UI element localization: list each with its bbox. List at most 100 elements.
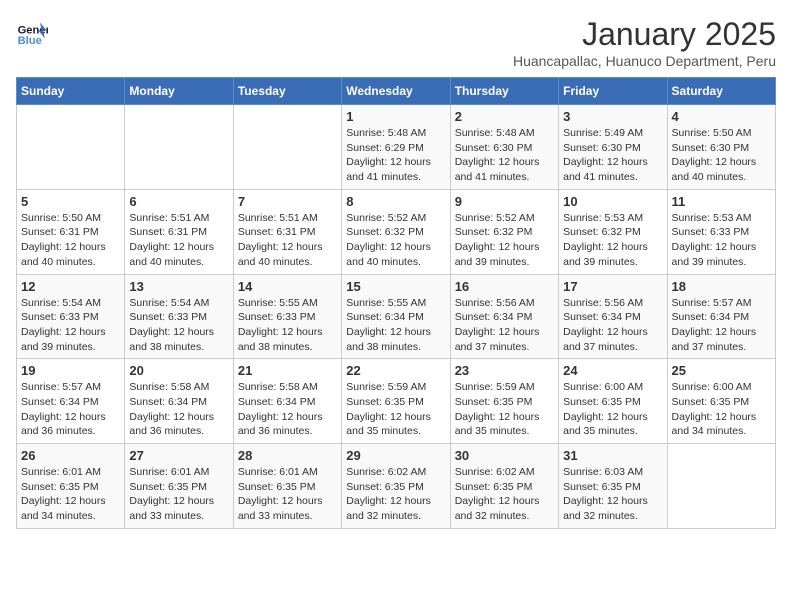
calendar-cell: 3 Sunrise: 5:49 AM Sunset: 6:30 PM Daylig… (559, 105, 667, 190)
calendar-week-2: 5 Sunrise: 5:50 AM Sunset: 6:31 PM Daylig… (17, 189, 776, 274)
calendar-week-3: 12 Sunrise: 5:54 AM Sunset: 6:33 PM Dayli… (17, 274, 776, 359)
calendar-cell: 28 Sunrise: 6:01 AM Sunset: 6:35 PM Dayli… (233, 444, 341, 529)
calendar-table: SundayMondayTuesdayWednesdayThursdayFrid… (16, 77, 776, 529)
calendar-cell: 10Sunrise: 5:53 AM Sunset: 6:32 PM Dayli… (559, 189, 667, 274)
calendar-cell: 15Sunrise: 5:55 AM Sunset: 6:34 PM Dayli… (342, 274, 450, 359)
month-title: January 2025 (513, 16, 776, 53)
calendar-cell: 25 Sunrise: 6:00 AM Sunset: 6:35 PM Dayli… (667, 359, 775, 444)
day-info: Sunrise: 5:57 AM Sunset: 6:34 PM Dayligh… (21, 380, 120, 439)
day-header-friday: Friday (559, 78, 667, 105)
calendar-cell: 30 Sunrise: 6:02 AM Sunset: 6:35 PM Dayli… (450, 444, 558, 529)
day-info: Sunrise: 6:01 AM Sunset: 6:35 PM Dayligh… (238, 465, 337, 524)
calendar-cell (667, 444, 775, 529)
day-header-thursday: Thursday (450, 78, 558, 105)
day-info: Sunrise: 5:58 AM Sunset: 6:34 PM Dayligh… (238, 380, 337, 439)
day-number: 8 (346, 194, 445, 209)
calendar-cell: 26Sunrise: 6:01 AM Sunset: 6:35 PM Dayli… (17, 444, 125, 529)
day-number: 15 (346, 279, 445, 294)
day-info: Sunrise: 5:52 AM Sunset: 6:32 PM Dayligh… (455, 211, 554, 270)
logo: General Blue (16, 16, 48, 48)
day-number: 11 (672, 194, 771, 209)
day-number: 29 (346, 448, 445, 463)
calendar-week-1: 1 Sunrise: 5:48 AM Sunset: 6:29 PM Daylig… (17, 105, 776, 190)
day-info: Sunrise: 5:58 AM Sunset: 6:34 PM Dayligh… (129, 380, 228, 439)
calendar-cell (17, 105, 125, 190)
day-header-sunday: Sunday (17, 78, 125, 105)
svg-text:Blue: Blue (18, 35, 42, 47)
day-info: Sunrise: 6:00 AM Sunset: 6:35 PM Dayligh… (563, 380, 662, 439)
calendar-header-row: SundayMondayTuesdayWednesdayThursdayFrid… (17, 78, 776, 105)
calendar-week-4: 19 Sunrise: 5:57 AM Sunset: 6:34 PM Dayli… (17, 359, 776, 444)
day-number: 3 (563, 109, 662, 124)
day-info: Sunrise: 5:50 AM Sunset: 6:30 PM Dayligh… (672, 126, 771, 185)
calendar-cell: 24 Sunrise: 6:00 AM Sunset: 6:35 PM Dayli… (559, 359, 667, 444)
calendar-cell: 9 Sunrise: 5:52 AM Sunset: 6:32 PM Daylig… (450, 189, 558, 274)
day-number: 5 (21, 194, 120, 209)
calendar-cell: 2Sunrise: 5:48 AM Sunset: 6:30 PM Daylig… (450, 105, 558, 190)
day-number: 19 (21, 363, 120, 378)
day-number: 22 (346, 363, 445, 378)
day-info: Sunrise: 6:01 AM Sunset: 6:35 PM Dayligh… (129, 465, 228, 524)
day-number: 14 (238, 279, 337, 294)
calendar-cell: 4Sunrise: 5:50 AM Sunset: 6:30 PM Daylig… (667, 105, 775, 190)
day-number: 9 (455, 194, 554, 209)
day-number: 6 (129, 194, 228, 209)
day-number: 12 (21, 279, 120, 294)
calendar-cell: 23 Sunrise: 5:59 AM Sunset: 6:35 PM Dayli… (450, 359, 558, 444)
calendar-cell: 29 Sunrise: 6:02 AM Sunset: 6:35 PM Dayli… (342, 444, 450, 529)
calendar-cell: 6 Sunrise: 5:51 AM Sunset: 6:31 PM Daylig… (125, 189, 233, 274)
day-info: Sunrise: 5:56 AM Sunset: 6:34 PM Dayligh… (455, 296, 554, 355)
day-number: 1 (346, 109, 445, 124)
day-info: Sunrise: 6:00 AM Sunset: 6:35 PM Dayligh… (672, 380, 771, 439)
calendar-cell: 20 Sunrise: 5:58 AM Sunset: 6:34 PM Dayli… (125, 359, 233, 444)
day-info: Sunrise: 6:02 AM Sunset: 6:35 PM Dayligh… (455, 465, 554, 524)
calendar-cell: 31Sunrise: 6:03 AM Sunset: 6:35 PM Dayli… (559, 444, 667, 529)
day-number: 23 (455, 363, 554, 378)
day-number: 28 (238, 448, 337, 463)
calendar-week-5: 26 Sunrise: 6:01 AM Sunset: 6:35 PM Dayli… (17, 444, 776, 529)
logo-icon: General Blue (16, 16, 48, 48)
day-header-wednesday: Wednesday (342, 78, 450, 105)
day-info: Sunrise: 6:02 AM Sunset: 6:35 PM Dayligh… (346, 465, 445, 524)
calendar-cell: 11 Sunrise: 5:53 AM Sunset: 6:33 PM Dayli… (667, 189, 775, 274)
day-number: 17 (563, 279, 662, 294)
day-number: 26 (21, 448, 120, 463)
calendar-cell: 22Sunrise: 5:59 AM Sunset: 6:35 PM Dayli… (342, 359, 450, 444)
day-info: Sunrise: 5:59 AM Sunset: 6:35 PM Dayligh… (455, 380, 554, 439)
day-number: 13 (129, 279, 228, 294)
calendar-cell: 19 Sunrise: 5:57 AM Sunset: 6:34 PM Dayli… (17, 359, 125, 444)
day-info: Sunrise: 5:50 AM Sunset: 6:31 PM Dayligh… (21, 211, 120, 270)
calendar-cell (125, 105, 233, 190)
day-info: Sunrise: 5:56 AM Sunset: 6:34 PM Dayligh… (563, 296, 662, 355)
day-header-tuesday: Tuesday (233, 78, 341, 105)
title-area: January 2025 Huancapallac, Huanuco Depar… (513, 16, 776, 69)
day-info: Sunrise: 5:48 AM Sunset: 6:29 PM Dayligh… (346, 126, 445, 185)
day-info: Sunrise: 5:54 AM Sunset: 6:33 PM Dayligh… (21, 296, 120, 355)
calendar-cell: 21Sunrise: 5:58 AM Sunset: 6:34 PM Dayli… (233, 359, 341, 444)
calendar-cell: 14 Sunrise: 5:55 AM Sunset: 6:33 PM Dayli… (233, 274, 341, 359)
day-header-monday: Monday (125, 78, 233, 105)
day-number: 27 (129, 448, 228, 463)
day-info: Sunrise: 6:03 AM Sunset: 6:35 PM Dayligh… (563, 465, 662, 524)
day-number: 24 (563, 363, 662, 378)
day-info: Sunrise: 5:53 AM Sunset: 6:33 PM Dayligh… (672, 211, 771, 270)
calendar-cell: 12 Sunrise: 5:54 AM Sunset: 6:33 PM Dayli… (17, 274, 125, 359)
day-info: Sunrise: 5:53 AM Sunset: 6:32 PM Dayligh… (563, 211, 662, 270)
day-number: 20 (129, 363, 228, 378)
day-info: Sunrise: 5:57 AM Sunset: 6:34 PM Dayligh… (672, 296, 771, 355)
day-info: Sunrise: 5:51 AM Sunset: 6:31 PM Dayligh… (129, 211, 228, 270)
day-number: 30 (455, 448, 554, 463)
page-header: General Blue January 2025 Huancapallac, … (16, 16, 776, 69)
calendar-cell: 8Sunrise: 5:52 AM Sunset: 6:32 PM Daylig… (342, 189, 450, 274)
day-number: 18 (672, 279, 771, 294)
day-number: 2 (455, 109, 554, 124)
day-info: Sunrise: 5:54 AM Sunset: 6:33 PM Dayligh… (129, 296, 228, 355)
calendar-cell: 1 Sunrise: 5:48 AM Sunset: 6:29 PM Daylig… (342, 105, 450, 190)
day-number: 7 (238, 194, 337, 209)
day-info: Sunrise: 5:49 AM Sunset: 6:30 PM Dayligh… (563, 126, 662, 185)
day-number: 25 (672, 363, 771, 378)
calendar-cell: 16Sunrise: 5:56 AM Sunset: 6:34 PM Dayli… (450, 274, 558, 359)
calendar-cell (233, 105, 341, 190)
day-info: Sunrise: 5:55 AM Sunset: 6:33 PM Dayligh… (238, 296, 337, 355)
calendar-cell: 27 Sunrise: 6:01 AM Sunset: 6:35 PM Dayli… (125, 444, 233, 529)
